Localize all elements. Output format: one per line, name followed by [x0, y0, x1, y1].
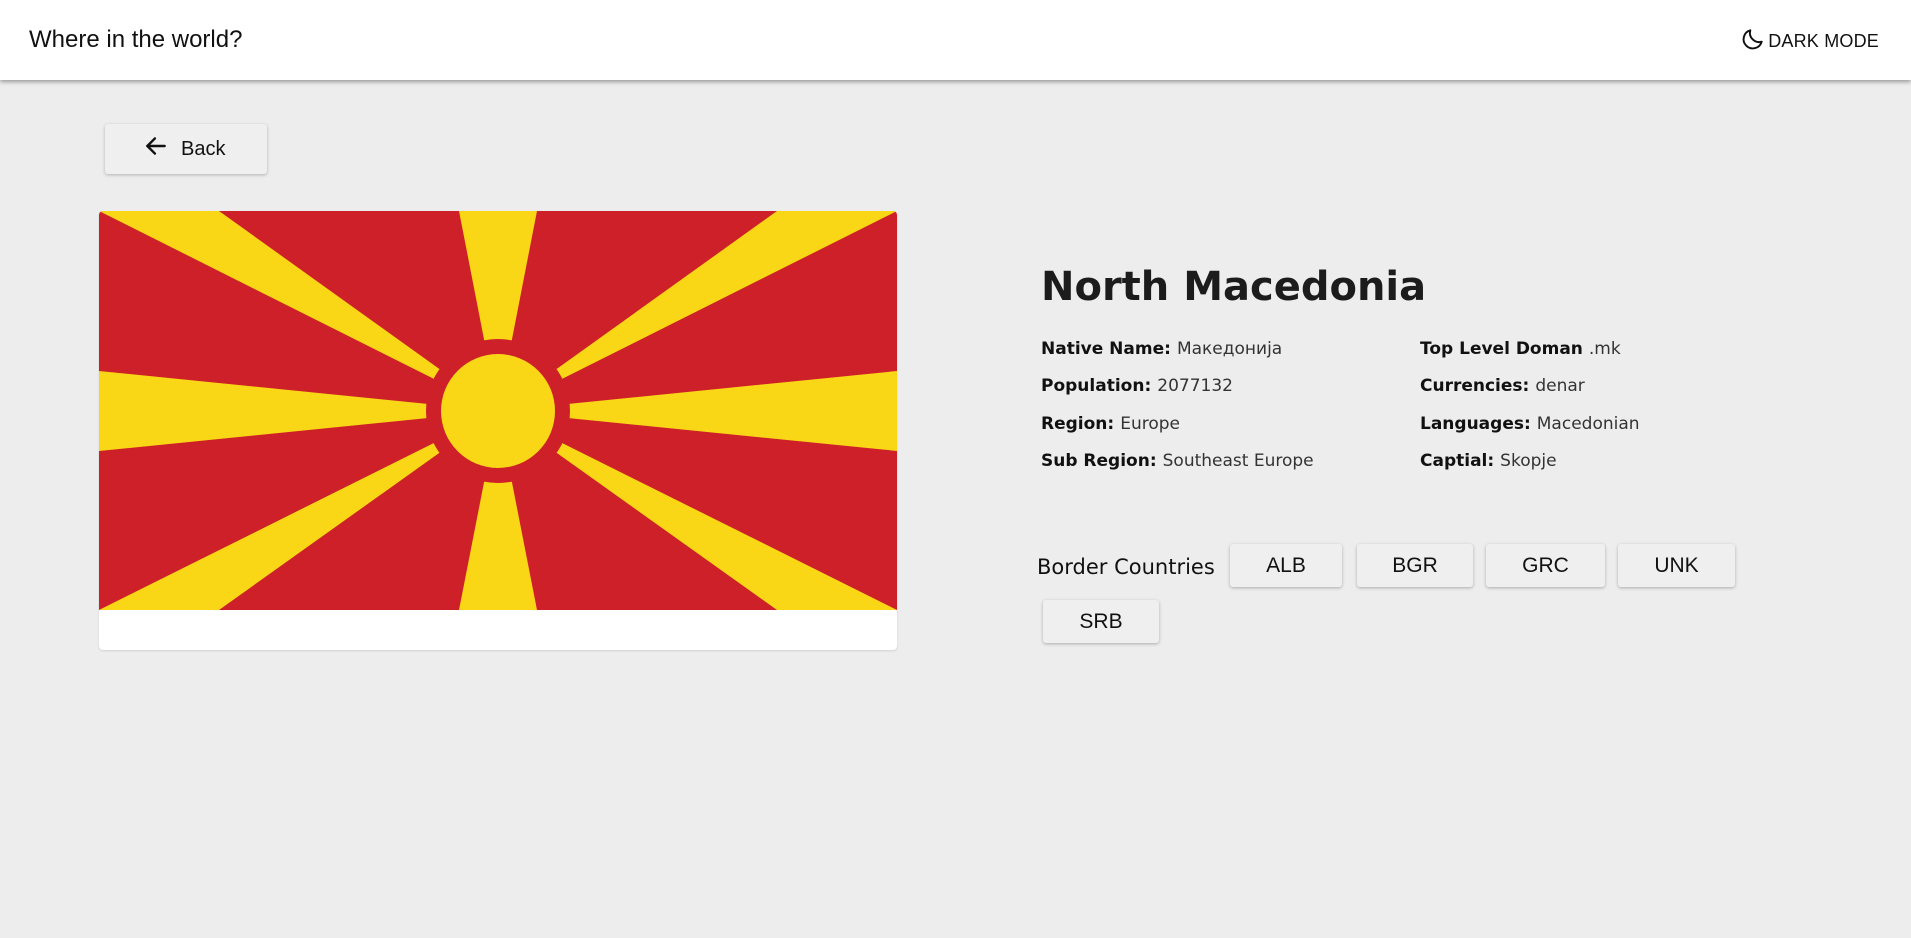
border-country-button[interactable]: UNK: [1618, 544, 1735, 587]
border-country-button[interactable]: GRC: [1486, 544, 1605, 587]
border-countries-label: Border Countries: [1037, 555, 1215, 579]
fact-value: Skopje: [1500, 451, 1557, 471]
fact-value: Macedonian: [1536, 414, 1640, 434]
fact-value: Македонија: [1176, 339, 1283, 359]
fact-value: Europe: [1120, 414, 1180, 434]
border-country-button[interactable]: ALB: [1230, 544, 1342, 587]
flag-card: [99, 211, 897, 650]
border-country-button[interactable]: SRB: [1043, 600, 1159, 643]
north-macedonia-flag: [99, 211, 897, 610]
fact-label: Sub Region:: [1041, 451, 1157, 471]
fact-label: Languages:: [1420, 414, 1531, 434]
border-country-button[interactable]: BGR: [1357, 544, 1473, 587]
fact-label: Captial:: [1420, 451, 1495, 471]
country-details: North Macedonia Native Name: Македонија P…: [1041, 262, 1841, 471]
flag-sun: [441, 354, 555, 468]
dark-mode-label: DARK MODE: [1768, 30, 1879, 51]
app-header: Where in the world? DARK MODE: [0, 0, 1911, 80]
fact-label: Region:: [1041, 414, 1115, 434]
fact-value: Southeast Europe: [1162, 451, 1314, 471]
app-title: Where in the world?: [29, 26, 243, 53]
fact-label: Top Level Doman: [1420, 339, 1583, 359]
dark-mode-toggle[interactable]: DARK MODE: [1740, 26, 1879, 56]
fact-native-name: Native Name: Македонија: [1041, 338, 1282, 360]
arrow-left-icon: [143, 133, 169, 165]
fact-value: 2077132: [1157, 376, 1233, 396]
fact-population: Population: 2077132: [1041, 375, 1233, 397]
fact-currencies: Currencies: denar: [1420, 375, 1585, 397]
fact-region: Region: Europe: [1041, 413, 1180, 435]
fact-value: denar: [1535, 376, 1585, 396]
fact-label: Native Name:: [1041, 339, 1171, 359]
fact-label: Currencies:: [1420, 376, 1530, 396]
fact-capital: Captial: Skopje: [1420, 450, 1557, 472]
fact-label: Population:: [1041, 376, 1152, 396]
fact-sub-region: Sub Region: Southeast Europe: [1041, 450, 1314, 472]
fact-top-level-domain: Top Level Doman .mk: [1420, 338, 1621, 360]
back-button-label: Back: [181, 137, 226, 160]
fact-languages: Languages: Macedonian: [1420, 413, 1640, 435]
country-name: North Macedonia: [1041, 264, 1427, 310]
moon-icon: [1740, 26, 1766, 57]
back-button[interactable]: Back: [105, 124, 267, 174]
fact-value: .mk: [1588, 339, 1621, 359]
